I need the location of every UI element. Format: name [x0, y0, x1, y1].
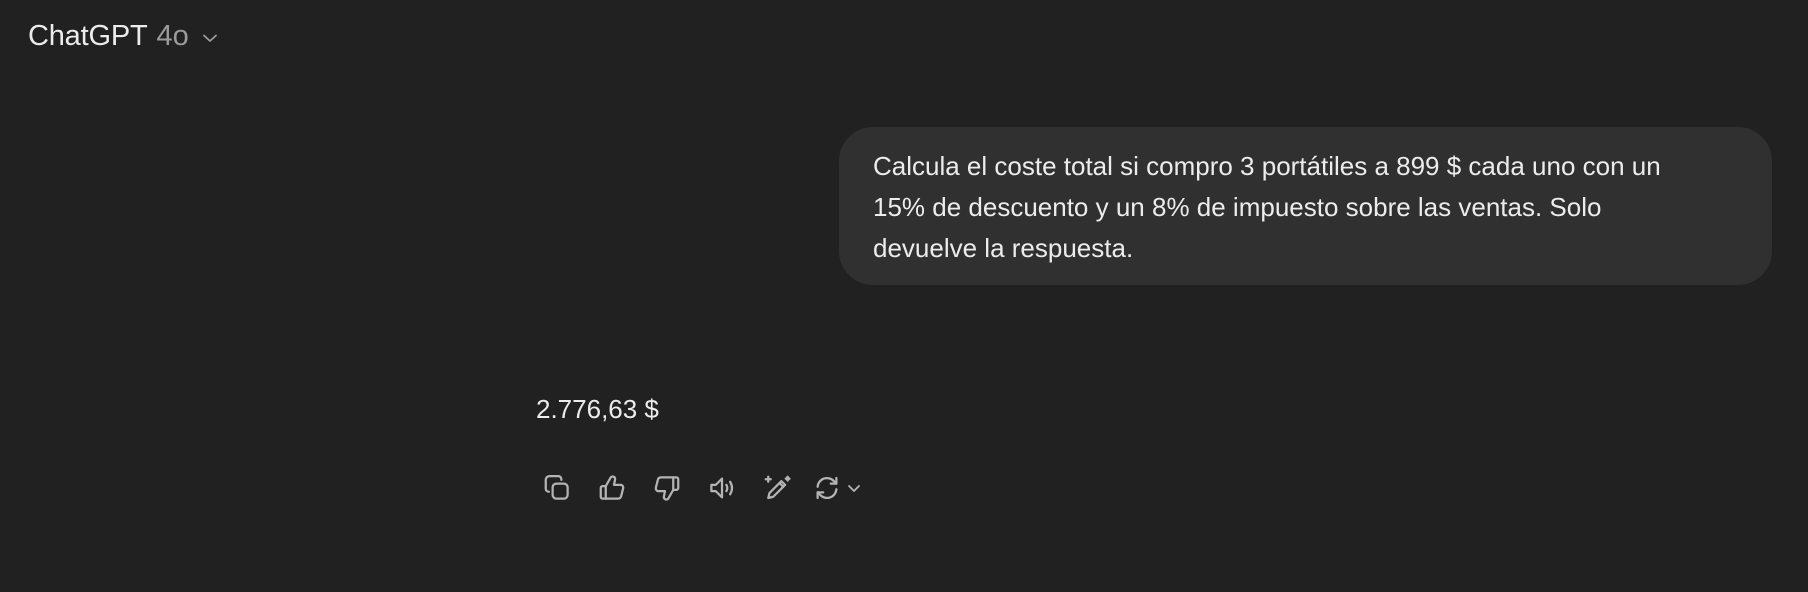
regenerate-icon	[816, 476, 838, 500]
thumbs-down-button[interactable]	[647, 468, 687, 508]
thumbs-up-icon	[599, 475, 625, 500]
message-actions	[537, 468, 864, 508]
read-aloud-button[interactable]	[702, 468, 742, 508]
read-aloud-icon	[710, 477, 734, 499]
model-name: 4o	[156, 19, 189, 52]
copy-button[interactable]	[537, 468, 577, 508]
edit-sparkle-icon	[764, 475, 791, 500]
app-name: ChatGPT	[28, 19, 148, 52]
model-selector[interactable]: ChatGPT 4o	[28, 14, 220, 58]
chevron-down-icon	[848, 485, 860, 492]
thumbs-down-icon	[654, 476, 680, 501]
chevron-down-icon	[200, 28, 220, 48]
thumbs-up-button[interactable]	[592, 468, 632, 508]
user-message: Calcula el coste total si compro 3 portá…	[839, 127, 1772, 285]
regenerate-button[interactable]	[812, 468, 864, 508]
edit-sparkle-button[interactable]	[757, 468, 797, 508]
assistant-message: 2.776,63 $	[536, 394, 659, 424]
copy-icon	[544, 475, 569, 500]
